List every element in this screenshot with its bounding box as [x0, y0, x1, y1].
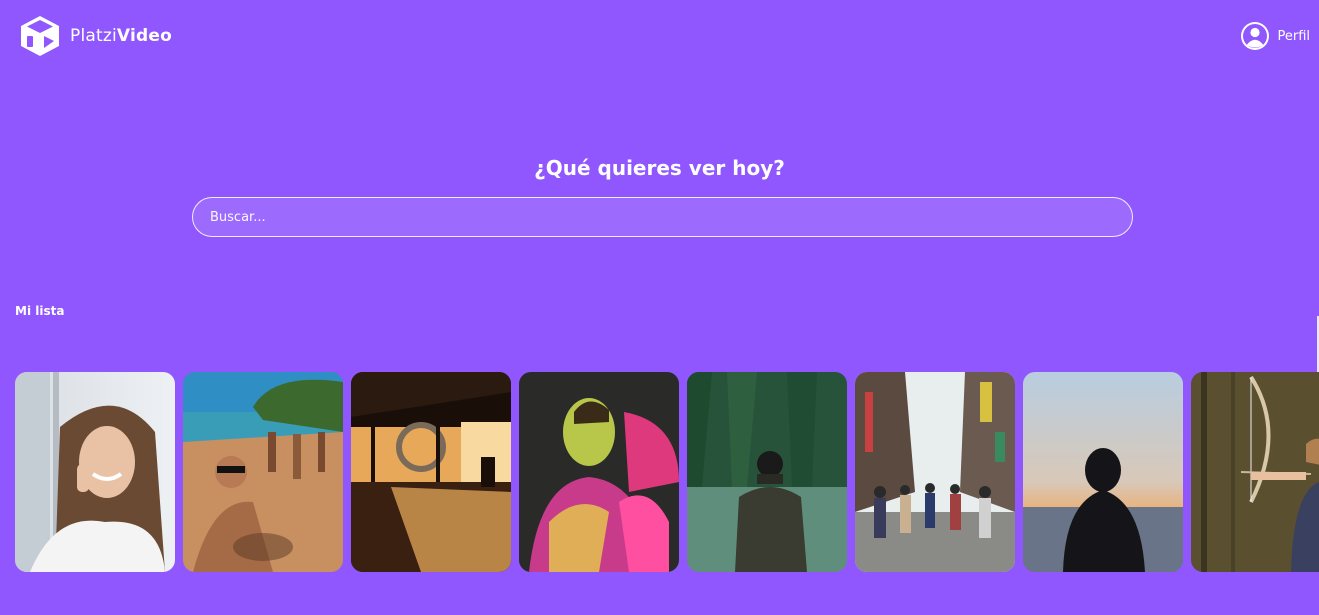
busy-city-street-image [855, 372, 1015, 572]
cube-logo-icon [21, 16, 59, 56]
girl-archer-forest-image [1191, 372, 1319, 572]
man-by-forest-lake-image [687, 372, 847, 572]
my-list-carousel[interactable] [15, 372, 1319, 572]
carousel-item-4[interactable] [519, 372, 679, 572]
woman-on-phone-image [15, 372, 175, 572]
platzi-video-logo[interactable]: PlatziVideo [18, 14, 172, 58]
carousel-item-5[interactable] [687, 372, 847, 572]
page-title: ¿Qué quieres ver hoy? [534, 156, 785, 180]
my-list-title: Mi lista [15, 304, 65, 318]
profile-menu[interactable]: Perfil [1240, 21, 1310, 51]
carousel-item-7[interactable] [1023, 372, 1183, 572]
brand-name-part1: Platzi [70, 26, 117, 46]
carousel-item-2[interactable] [183, 372, 343, 572]
search-input[interactable] [192, 197, 1133, 237]
brand-name: PlatziVideo [70, 26, 172, 46]
carousel-item-8[interactable] [1191, 372, 1319, 572]
carousel-item-3[interactable] [351, 372, 511, 572]
brand-name-part2: Video [116, 26, 172, 46]
friends-on-beach-image [183, 372, 343, 572]
carousel-item-6[interactable] [855, 372, 1015, 572]
carousel-item-1[interactable] [15, 372, 175, 572]
top-header: PlatziVideo Perfil [0, 0, 1319, 72]
hooded-person-sunset-image [1023, 372, 1183, 572]
profile-label: Perfil [1277, 28, 1310, 44]
man-color-powder-image [519, 372, 679, 572]
sunset-interior-image [351, 372, 511, 572]
user-avatar-icon [1241, 22, 1270, 50]
